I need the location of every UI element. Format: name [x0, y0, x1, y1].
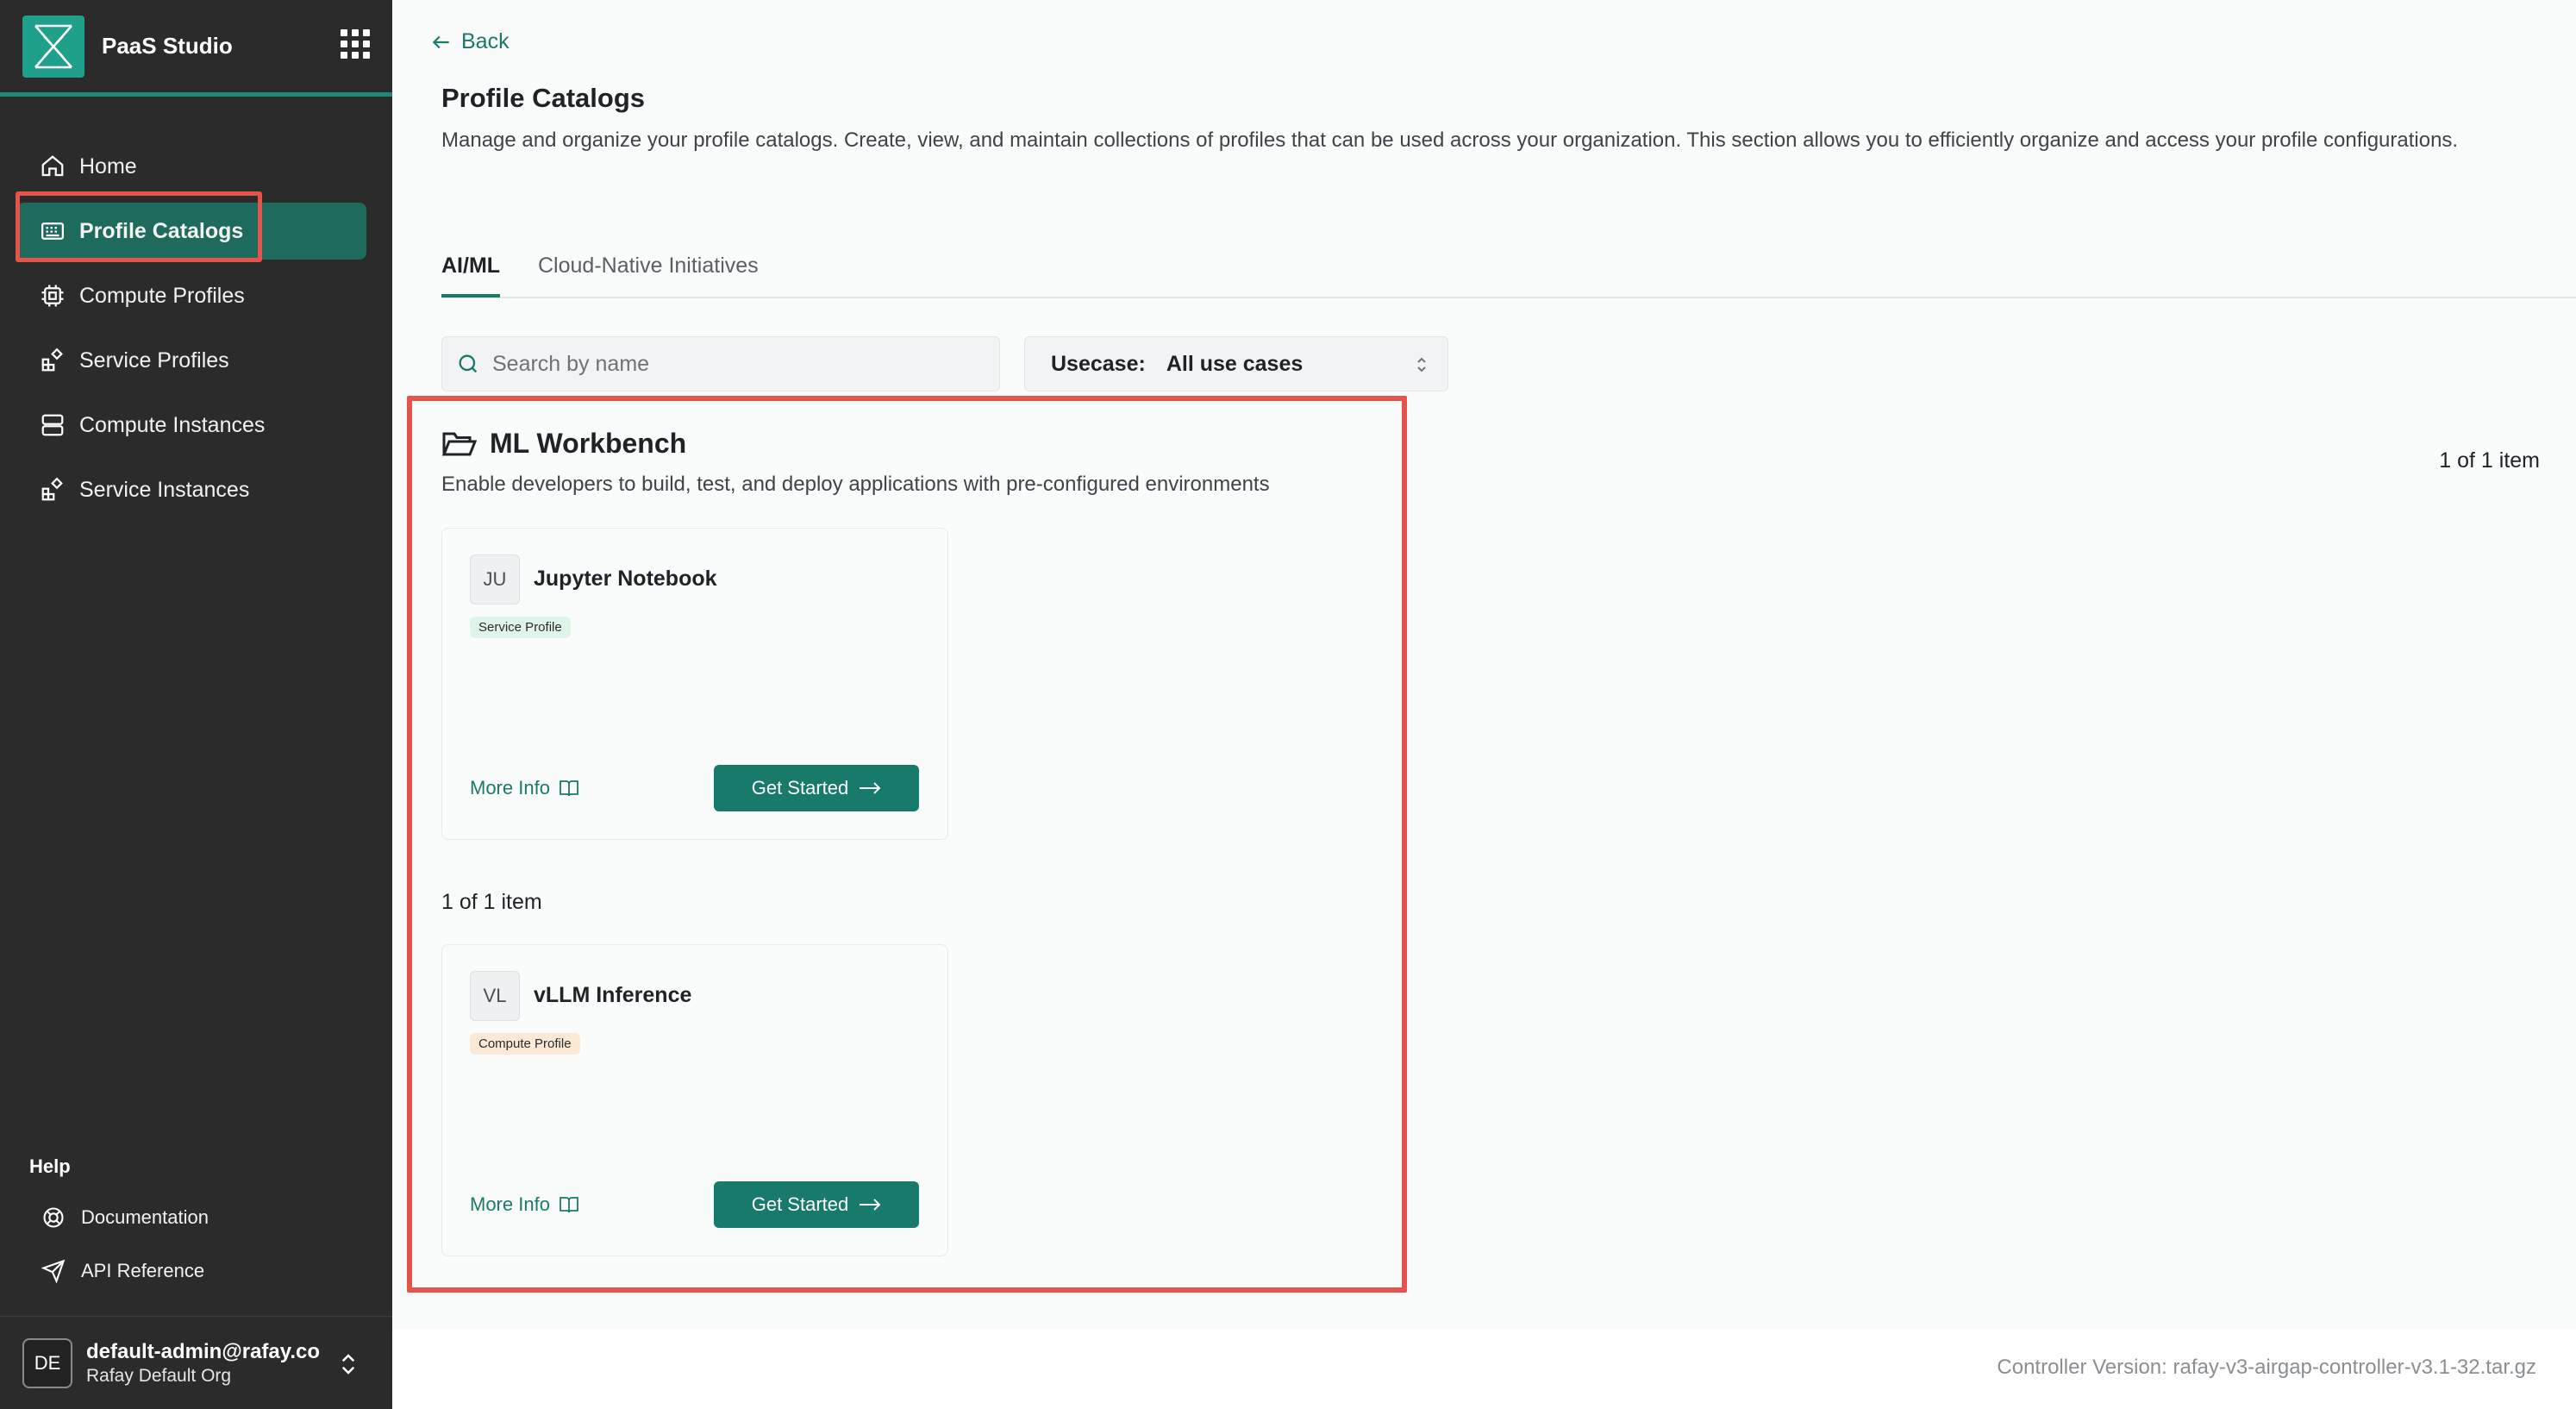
sidebar-nav: Home Profile Catalogs Compute Profiles S… [17, 138, 366, 526]
sidebar-item-service-instances[interactable]: Service Instances [17, 461, 366, 518]
page-description: Manage and organize your profile catalog… [441, 128, 2459, 152]
sidebar-header: PaaS Studio [0, 0, 392, 97]
blocks-icon [41, 348, 63, 372]
home-icon [41, 155, 64, 177]
user-menu[interactable]: DE default-admin@rafay.co Rafay Default … [0, 1316, 392, 1409]
sidebar: PaaS Studio Home Profile Catalogs Comput… [0, 0, 392, 1409]
blocks-icon [41, 477, 63, 501]
profile-card-jupyter-notebook: JU Jupyter Notebook Service Profile More… [441, 528, 948, 840]
main-content: Back Profile Catalogs Manage and organiz… [392, 0, 2576, 1409]
book-open-icon [560, 780, 578, 797]
pagination-count: 1 of 1 item [441, 890, 542, 914]
avatar: DE [22, 1337, 72, 1388]
get-started-label: Get Started [751, 1193, 849, 1215]
sidebar-item-label: Compute Instances [79, 412, 266, 437]
more-info-label: More Info [470, 1193, 550, 1215]
more-info-label: More Info [470, 777, 550, 798]
profile-type-badge: Service Profile [470, 617, 571, 638]
app-title: PaaS Studio [102, 33, 233, 59]
help-section-label: Help [29, 1155, 71, 1177]
card-title: vLLM Inference [534, 983, 692, 1007]
sidebar-item-label: Profile Catalogs [79, 218, 244, 243]
page-title: Profile Catalogs [441, 83, 645, 113]
sidebar-item-label: Compute Profiles [79, 283, 245, 308]
arrow-right-icon [860, 782, 881, 794]
usecase-label: Usecase: [1051, 351, 1146, 376]
send-icon [41, 1259, 66, 1283]
footer: Controller Version: rafay-v3-airgap-cont… [392, 1330, 2576, 1409]
tab-bar: AI/ML Cloud-Native Initiatives [441, 250, 2576, 298]
help-item-label: API Reference [81, 1260, 205, 1281]
user-email: default-admin@rafay.co [86, 1339, 321, 1363]
card-avatar: JU [470, 554, 520, 604]
get-started-button[interactable]: Get Started [714, 1181, 919, 1228]
sidebar-item-compute-instances[interactable]: Compute Instances [17, 397, 366, 454]
arrow-left-icon [432, 35, 449, 48]
back-label: Back [461, 29, 510, 53]
lifebuoy-icon [43, 1207, 64, 1228]
more-info-link[interactable]: More Info [470, 1193, 579, 1216]
chevron-up-down-icon [1417, 357, 1426, 373]
book-open-icon [560, 1197, 578, 1213]
tab-cloud-native-initiatives[interactable]: Cloud-Native Initiatives [538, 254, 759, 294]
catalog-icon [41, 222, 64, 240]
search-box [441, 336, 1000, 391]
profile-type-badge: Compute Profile [470, 1033, 580, 1055]
back-link[interactable]: Back [430, 29, 510, 54]
arrow-right-icon [860, 1199, 881, 1211]
sidebar-item-label: Service Instances [79, 477, 250, 502]
search-input[interactable] [492, 351, 975, 377]
user-org: Rafay Default Org [86, 1365, 232, 1386]
sidebar-item-profile-catalogs[interactable]: Profile Catalogs [17, 203, 366, 260]
get-started-button[interactable]: Get Started [714, 765, 919, 811]
chevron-up-down-icon[interactable] [339, 1351, 358, 1377]
sidebar-item-label: Home [79, 153, 137, 178]
help-item-label: Documentation [81, 1206, 209, 1228]
more-info-link[interactable]: More Info [470, 777, 579, 799]
sidebar-item-label: Service Profiles [79, 348, 229, 373]
help-item-documentation[interactable]: Documentation [41, 1205, 209, 1230]
get-started-label: Get Started [751, 777, 849, 798]
app-launcher-icon[interactable] [341, 29, 370, 59]
sidebar-item-service-profiles[interactable]: Service Profiles [17, 332, 366, 389]
catalog-section-title: ML Workbench [441, 428, 686, 460]
usecase-select[interactable]: Usecase: All use cases [1024, 336, 1448, 391]
search-icon [459, 354, 478, 373]
user-info: default-admin@rafay.co Rafay Default Org [86, 1340, 320, 1387]
help-item-api-reference[interactable]: API Reference [41, 1259, 204, 1283]
profile-card-vllm-inference: VL vLLM Inference Compute Profile More I… [441, 944, 948, 1256]
app-logo-icon[interactable] [22, 15, 84, 78]
folder-open-icon [441, 432, 478, 455]
section-title-text: ML Workbench [490, 428, 687, 459]
sidebar-item-compute-profiles[interactable]: Compute Profiles [17, 267, 366, 324]
pagination-count: 1 of 1 item [2439, 448, 2540, 473]
server-icon [41, 414, 64, 436]
catalog-section-description: Enable developers to build, test, and de… [441, 473, 1270, 496]
sidebar-item-home[interactable]: Home [17, 138, 366, 195]
cpu-icon [41, 285, 64, 307]
card-title: Jupyter Notebook [534, 567, 717, 591]
usecase-value: All use cases [1166, 351, 1304, 376]
card-avatar: VL [470, 971, 520, 1021]
tab-ai-ml[interactable]: AI/ML [441, 254, 501, 297]
controller-version: Controller Version: rafay-v3-airgap-cont… [1997, 1356, 2536, 1379]
